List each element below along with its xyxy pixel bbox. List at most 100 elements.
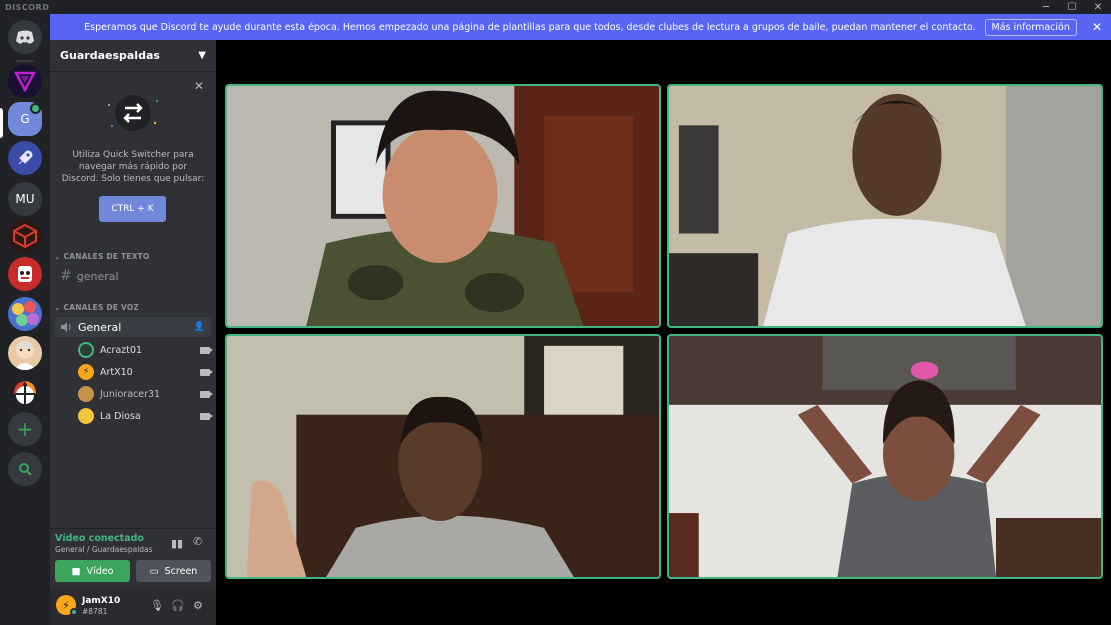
server-name: Guardaespaldas — [60, 49, 160, 62]
avatar — [78, 408, 94, 424]
voice-user[interactable]: Acrazt01 — [78, 340, 213, 360]
channel-label: General — [78, 320, 122, 334]
minimize-icon[interactable]: ─ — [1033, 0, 1059, 14]
chevron-down-icon[interactable]: ▼ — [198, 50, 206, 61]
screen-share-icon: ▭ — [149, 565, 159, 577]
user-panel: ⚡ JamX10 #8781 🎙 🎧 ⚙ — [50, 587, 216, 625]
video-icon — [200, 346, 213, 354]
video-icon — [200, 390, 213, 398]
connection-location: General / Guardaespaldas — [55, 545, 153, 554]
notice-text: Esperamos que Discord te ayude durante e… — [84, 21, 976, 33]
signal-bars-icon[interactable]: ▮▮ — [171, 537, 183, 550]
notice-banner: Esperamos que Discord te ayude durante e… — [50, 14, 1111, 40]
video-tile[interactable] — [667, 334, 1103, 579]
headphones-icon[interactable]: 🎧 — [171, 599, 185, 612]
connection-status[interactable]: Vídeo conectado — [55, 533, 144, 544]
avatar: ⚡ — [78, 364, 94, 380]
category-label: CANALES DE VOZ — [63, 303, 140, 312]
server-mu[interactable]: MU — [8, 182, 42, 216]
server-red-character[interactable] — [8, 257, 42, 291]
colorful-server-icon — [12, 301, 39, 326]
server-red-box[interactable] — [8, 219, 42, 253]
speaker-icon — [61, 322, 71, 332]
server-rocket[interactable] — [8, 141, 42, 175]
voice-channels-category[interactable]: ⌄ CANALES DE VOZ — [54, 303, 139, 312]
avatar — [78, 386, 94, 402]
user-tag: #8781 — [82, 607, 108, 616]
server-guardaespaldas-label: G — [20, 112, 30, 126]
server-colorful[interactable] — [8, 297, 42, 331]
microphone-icon[interactable]: 🎙 — [150, 599, 164, 612]
video-tile[interactable] — [225, 84, 661, 328]
disconnect-icon[interactable]: ✆ — [193, 535, 202, 548]
close-icon[interactable]: ✕ — [1085, 0, 1111, 14]
discord-home-button[interactable] — [8, 20, 42, 54]
selected-server-pill — [0, 108, 3, 138]
chevron-down-icon: ⌄ — [54, 252, 61, 261]
video-button-label: Vídeo — [86, 565, 114, 577]
smash-icon — [14, 381, 36, 405]
online-status-icon — [70, 608, 78, 616]
video-tile[interactable] — [225, 334, 661, 579]
voice-user-name: Acrazt01 — [100, 344, 143, 356]
chevron-down-icon: ⌄ — [54, 303, 61, 312]
server-list-divider — [16, 60, 34, 62]
close-tip-icon[interactable]: ✕ — [194, 79, 204, 93]
server-smash[interactable] — [8, 374, 42, 408]
add-server-icon: + — [16, 417, 34, 441]
video-camera-icon: ■ — [71, 565, 81, 577]
channel-general-voice[interactable]: General 👤 — [55, 317, 211, 337]
video-icon — [200, 368, 213, 376]
server-v[interactable] — [8, 64, 42, 98]
switch-arrows-icon — [108, 95, 158, 131]
server-v-icon — [14, 71, 36, 92]
participant-video — [669, 86, 1101, 326]
channel-label: general — [76, 269, 119, 283]
voice-user-name: ArtX10 — [100, 366, 133, 378]
discord-logo-icon — [16, 30, 34, 44]
category-label: CANALES DE TEXTO — [63, 252, 150, 261]
voice-activity-badge — [30, 103, 41, 114]
explore-servers-button[interactable] — [8, 452, 42, 486]
channel-sidebar: Guardaespaldas ▼ ✕ Utiliza Quick Switche… — [50, 40, 216, 625]
gear-icon[interactable]: ⚙ — [193, 599, 203, 612]
screen-share-button[interactable]: ▭ Screen — [136, 560, 211, 582]
video-icon — [200, 412, 213, 420]
quick-switcher-tip: ✕ Utiliza Quick Switcher para navegar má… — [50, 73, 216, 243]
red-box-icon — [13, 223, 37, 249]
avatar — [78, 342, 94, 358]
notice-close-icon[interactable]: ✕ — [1092, 20, 1102, 34]
rocket-icon — [18, 150, 33, 165]
participant-video — [669, 336, 1101, 577]
invite-user-icon[interactable]: 👤 — [194, 322, 205, 332]
more-info-button[interactable]: Más información — [984, 18, 1077, 36]
voice-connection-panel: Vídeo conectado General / Guardaespaldas… — [50, 528, 216, 586]
server-face[interactable] — [8, 336, 42, 370]
quick-switcher-text: Utiliza Quick Switcher para navegar más … — [61, 150, 205, 184]
channel-general-text[interactable]: # general — [55, 266, 211, 286]
face-server-icon — [14, 341, 36, 370]
discord-app: DISCORD ─ ☐ ✕ Esperamos que Discord te a… — [0, 0, 1111, 625]
video-grid — [216, 40, 1111, 625]
voice-user-name: La Diosa — [100, 410, 141, 422]
text-channels-category[interactable]: ⌄ CANALES DE TEXTO — [54, 252, 149, 261]
window-controls: ─ ☐ ✕ — [1033, 0, 1111, 14]
voice-user[interactable]: La Diosa — [78, 406, 213, 426]
participant-video — [227, 86, 659, 326]
voice-user[interactable]: Junioracer31 — [78, 384, 213, 404]
app-brand: DISCORD — [5, 2, 50, 12]
red-character-icon — [18, 266, 32, 282]
username: JamX10 — [82, 596, 121, 606]
server-header[interactable]: Guardaespaldas ▼ — [50, 40, 216, 72]
title-bar: DISCORD ─ ☐ ✕ — [0, 0, 1111, 14]
screen-button-label: Screen — [164, 565, 198, 577]
server-mu-label: MU — [15, 192, 35, 206]
shortcut-button[interactable]: CTRL + K — [99, 196, 166, 222]
maximize-icon[interactable]: ☐ — [1059, 0, 1085, 14]
video-button[interactable]: ■ Vídeo — [55, 560, 130, 582]
add-server-button[interactable]: + — [8, 412, 42, 446]
voice-user[interactable]: ⚡ ArtX10 — [78, 362, 213, 382]
hash-icon: # — [60, 268, 72, 284]
video-tile[interactable] — [667, 84, 1103, 328]
server-list: G MU + — [0, 14, 50, 625]
